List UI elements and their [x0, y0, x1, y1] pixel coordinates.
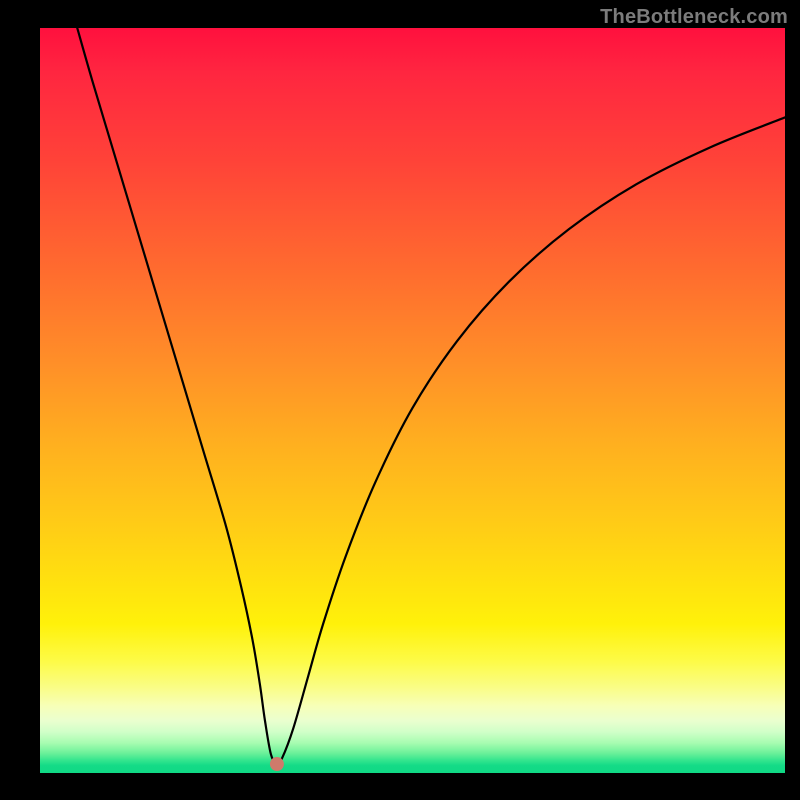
chart-frame: TheBottleneck.com [0, 0, 800, 800]
curve-path [77, 28, 785, 764]
watermark-label: TheBottleneck.com [600, 6, 788, 29]
minimum-marker [270, 757, 284, 771]
bottleneck-curve [40, 28, 785, 773]
plot-area [40, 28, 785, 773]
